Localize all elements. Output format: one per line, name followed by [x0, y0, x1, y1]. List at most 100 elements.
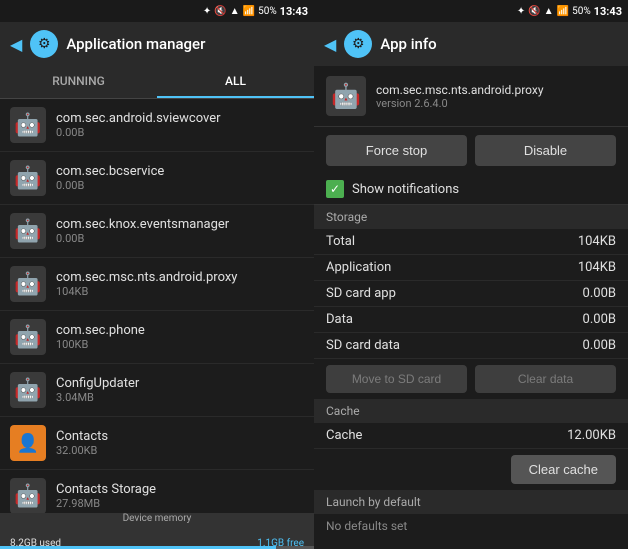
- storage-data-label: Data: [326, 312, 353, 327]
- right-panel-container: ✦ 🔇 ▲ 📶 50% 13:43 ◀ ⚙ App info 🤖 com.sec…: [314, 0, 628, 549]
- time-left: 13:43: [280, 5, 308, 18]
- app-size-3: 104KB: [56, 285, 304, 298]
- sd-buttons-row: Move to SD card Clear data: [314, 359, 628, 399]
- list-item[interactable]: 🤖 com.sec.android.sviewcover 0.00B: [0, 99, 314, 152]
- launch-section: Launch by default No defaults set: [314, 490, 628, 549]
- tab-all[interactable]: ALL: [157, 66, 314, 98]
- app-name-3: com.sec.msc.nts.android.proxy: [56, 270, 304, 285]
- storage-row-total: Total 104KB: [314, 229, 628, 255]
- app-icon-3: 🤖: [10, 266, 46, 302]
- move-to-sd-button[interactable]: Move to SD card: [326, 365, 467, 393]
- bt-icon-r: ✦: [517, 6, 525, 17]
- app-name-5: ConfigUpdater: [56, 376, 304, 391]
- left-panel-container: ✦ 🔇 ▲ 📶 50% 13:43 ◀ ⚙ Application manage…: [0, 0, 314, 549]
- storage-row-sdcard-data: SD card data 0.00B: [314, 333, 628, 359]
- storage-sdcard-app-value: 0.00B: [583, 286, 616, 301]
- notifications-row[interactable]: ✓ Show notifications: [314, 174, 628, 205]
- app-icon-4: 🤖: [10, 319, 46, 355]
- app-name-7: Contacts Storage: [56, 482, 304, 497]
- launch-section-header: Launch by default: [314, 490, 628, 514]
- tab-running[interactable]: RUNNING: [0, 66, 157, 98]
- app-icon-7: 🤖: [10, 478, 46, 513]
- back-button-right[interactable]: ◀: [324, 35, 336, 54]
- list-item[interactable]: 🤖 com.sec.msc.nts.android.proxy 104KB: [0, 258, 314, 311]
- list-item[interactable]: 🤖 Contacts Storage 27.98MB: [0, 470, 314, 513]
- battery-right: 50%: [572, 6, 591, 17]
- app-icon-1: 🤖: [10, 160, 46, 196]
- battery-left: 50%: [258, 6, 277, 17]
- left-panel-title: Application manager: [66, 35, 205, 53]
- cache-section-header: Cache: [314, 399, 628, 423]
- disable-button[interactable]: Disable: [475, 135, 616, 166]
- app-icon-5: 🤖: [10, 372, 46, 408]
- notifications-label: Show notifications: [352, 182, 459, 197]
- storage-sdcard-data-label: SD card data: [326, 338, 400, 353]
- right-panel-title: App info: [380, 35, 436, 53]
- storage-sdcard-app-label: SD card app: [326, 286, 396, 301]
- gear-icon-right: ⚙: [344, 30, 372, 58]
- storage-row-data: Data 0.00B: [314, 307, 628, 333]
- storage-app-value: 104KB: [578, 260, 616, 275]
- storage-data-value: 0.00B: [583, 312, 616, 327]
- time-right: 13:43: [594, 5, 622, 18]
- gear-icon-left: ⚙: [30, 30, 58, 58]
- action-buttons-row: Force stop Disable: [314, 127, 628, 174]
- storage-section-header: Storage: [314, 205, 628, 229]
- storage-sdcard-data-value: 0.00B: [583, 338, 616, 353]
- wifi-icon: ▲: [230, 6, 240, 17]
- app-info-header: 🤖 com.sec.msc.nts.android.proxy version …: [314, 66, 628, 127]
- app-size-7: 27.98MB: [56, 497, 304, 510]
- app-name-6: Contacts: [56, 429, 304, 444]
- app-name-4: com.sec.phone: [56, 323, 304, 338]
- bt-icon: ✦: [203, 6, 211, 17]
- app-name-2: com.sec.knox.eventsmanager: [56, 217, 304, 232]
- top-bar-right: ◀ ⚙ App info: [314, 22, 628, 66]
- app-size-6: 32.00KB: [56, 444, 304, 457]
- app-version: version 2.6.4.0: [376, 97, 544, 110]
- app-size-4: 100KB: [56, 338, 304, 351]
- app-package: com.sec.msc.nts.android.proxy: [376, 83, 544, 97]
- app-main-icon: 🤖: [326, 76, 366, 116]
- silent-icon: 🔇: [214, 6, 226, 17]
- app-size-1: 0.00B: [56, 179, 304, 192]
- device-memory-label: Device memory: [10, 513, 304, 524]
- app-name-1: com.sec.bcservice: [56, 164, 304, 179]
- app-size-5: 3.04MB: [56, 391, 304, 404]
- app-name-0: com.sec.android.sviewcover: [56, 111, 304, 126]
- app-icon-6: 👤: [10, 425, 46, 461]
- clear-cache-button[interactable]: Clear cache: [511, 455, 616, 484]
- silent-icon-r: 🔇: [528, 6, 540, 17]
- cache-row: Cache 12.00KB: [314, 423, 628, 449]
- cache-button-row: Clear cache: [314, 449, 628, 490]
- notifications-checkbox[interactable]: ✓: [326, 180, 344, 198]
- launch-defaults-text: No defaults set: [314, 514, 628, 538]
- wifi-icon-r: ▲: [544, 6, 554, 17]
- status-bar-left: ✦ 🔇 ▲ 📶 50% 13:43: [0, 0, 314, 22]
- list-item[interactable]: 🤖 com.sec.bcservice 0.00B: [0, 152, 314, 205]
- app-icon-2: 🤖: [10, 213, 46, 249]
- cache-value: 12.00KB: [567, 428, 616, 443]
- list-item[interactable]: 🤖 ConfigUpdater 3.04MB: [0, 364, 314, 417]
- clear-data-button[interactable]: Clear data: [475, 365, 616, 393]
- cache-label: Cache: [326, 428, 362, 443]
- storage-total-value: 104KB: [578, 234, 616, 249]
- status-bar-right: ✦ 🔇 ▲ 📶 50% 13:43: [314, 0, 628, 22]
- app-size-0: 0.00B: [56, 126, 304, 139]
- signal-icon-r: 📶: [557, 6, 569, 17]
- list-item[interactable]: 👤 Contacts 32.00KB: [0, 417, 314, 470]
- top-bar-left: ◀ ⚙ Application manager: [0, 22, 314, 66]
- storage-app-label: Application: [326, 260, 391, 275]
- storage-row-sdcard-app: SD card app 0.00B: [314, 281, 628, 307]
- app-icon-0: 🤖: [10, 107, 46, 143]
- list-item[interactable]: 🤖 com.sec.phone 100KB: [0, 311, 314, 364]
- back-button-left[interactable]: ◀: [10, 35, 22, 54]
- storage-bar: Device memory 8.2GB used 1.1GB free: [0, 513, 314, 549]
- list-item[interactable]: 🤖 com.sec.knox.eventsmanager 0.00B: [0, 205, 314, 258]
- signal-icon: 📶: [243, 6, 255, 17]
- force-stop-button[interactable]: Force stop: [326, 135, 467, 166]
- storage-row-application: Application 104KB: [314, 255, 628, 281]
- app-size-2: 0.00B: [56, 232, 304, 245]
- tabs-container: RUNNING ALL: [0, 66, 314, 99]
- app-list: 🤖 com.sec.android.sviewcover 0.00B 🤖 com…: [0, 99, 314, 513]
- storage-total-label: Total: [326, 234, 355, 249]
